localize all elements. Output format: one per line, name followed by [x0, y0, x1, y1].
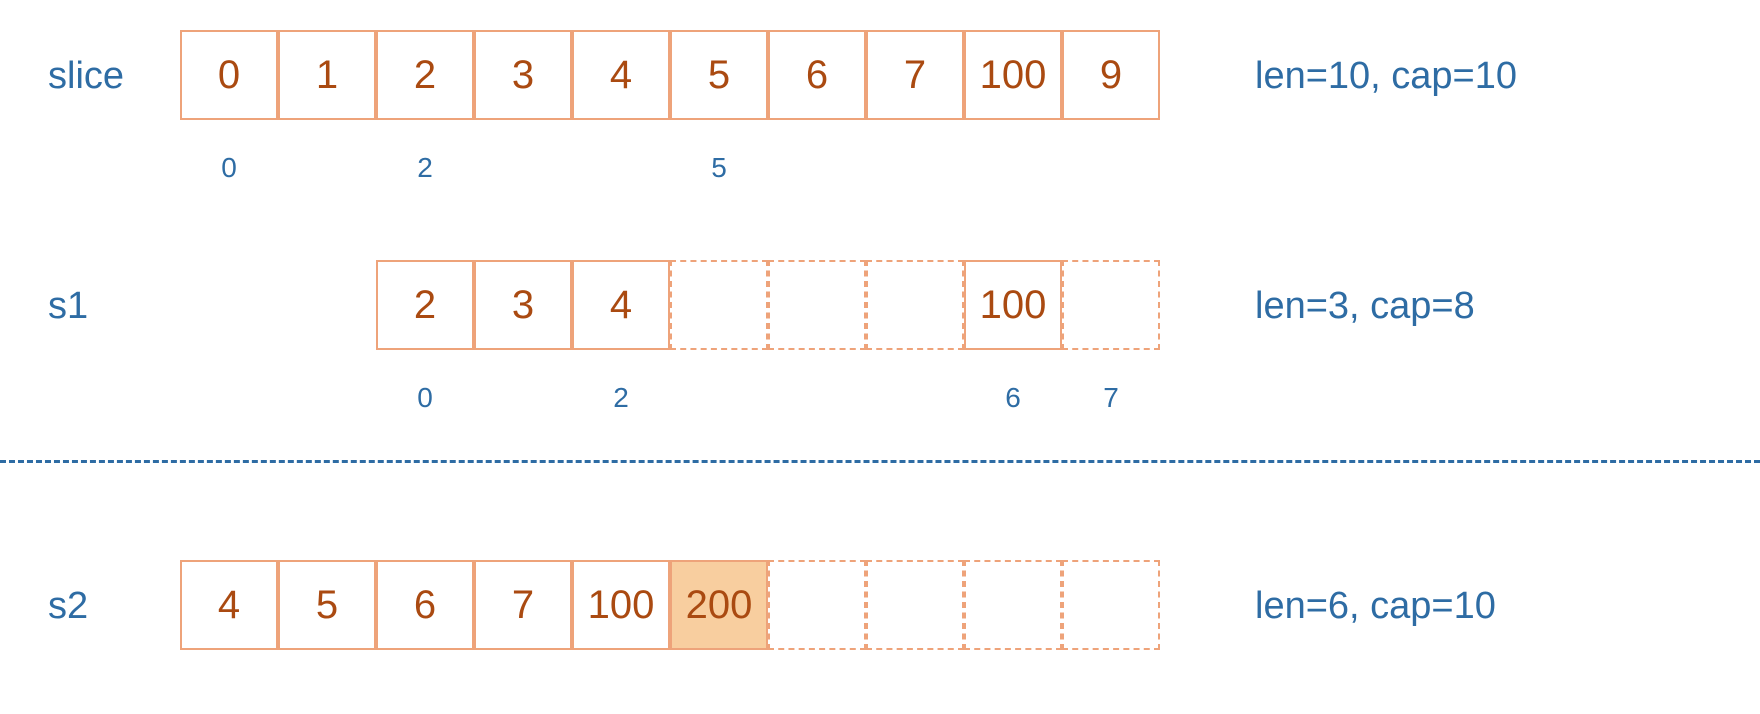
- cell-slice-0: 0: [180, 30, 278, 120]
- row-s1-meta: len=3, cap=8: [1255, 285, 1475, 328]
- cell-s1-5: [866, 260, 964, 350]
- cell-s1-6: 100: [964, 260, 1062, 350]
- idx-s1-6: 6: [964, 382, 1062, 414]
- row-s2-label: s2: [48, 585, 88, 628]
- cell-slice-2: 2: [376, 30, 474, 120]
- cell-s2-9: [1062, 560, 1160, 650]
- cell-s2-5-highlight: 200: [670, 560, 768, 650]
- cell-s2-4: 100: [572, 560, 670, 650]
- cell-slice-5: 5: [670, 30, 768, 120]
- cell-s2-7: [866, 560, 964, 650]
- cell-s1-1: 3: [474, 260, 572, 350]
- cell-slice-1: 1: [278, 30, 376, 120]
- cell-slice-3: 3: [474, 30, 572, 120]
- section-divider: [0, 460, 1760, 463]
- cell-s2-1: 5: [278, 560, 376, 650]
- cell-s1-2: 4: [572, 260, 670, 350]
- idx-s1-2: 2: [572, 382, 670, 414]
- cell-s2-6: [768, 560, 866, 650]
- cell-s1-3: [670, 260, 768, 350]
- cell-slice-7: 7: [866, 30, 964, 120]
- row-slice-label: slice: [48, 55, 124, 98]
- cell-s1-4: [768, 260, 866, 350]
- cell-slice-6: 6: [768, 30, 866, 120]
- row-s2-meta: len=6, cap=10: [1255, 585, 1496, 628]
- row-s1-label: s1: [48, 285, 88, 328]
- cell-s2-8: [964, 560, 1062, 650]
- cell-s1-7: [1062, 260, 1160, 350]
- cell-s2-2: 6: [376, 560, 474, 650]
- cell-s2-0: 4: [180, 560, 278, 650]
- diagram-canvas: slice 0 1 2 3 4 5 6 7 100 9 len=10, cap=…: [0, 0, 1760, 714]
- idx-s1-7: 7: [1062, 382, 1160, 414]
- cell-s1-0: 2: [376, 260, 474, 350]
- idx-slice-2: 2: [376, 152, 474, 184]
- idx-slice-5: 5: [670, 152, 768, 184]
- idx-s1-0: 0: [376, 382, 474, 414]
- cell-slice-9: 9: [1062, 30, 1160, 120]
- cell-s2-3: 7: [474, 560, 572, 650]
- cell-slice-8: 100: [964, 30, 1062, 120]
- cell-slice-4: 4: [572, 30, 670, 120]
- idx-slice-0: 0: [180, 152, 278, 184]
- row-slice-meta: len=10, cap=10: [1255, 55, 1517, 98]
